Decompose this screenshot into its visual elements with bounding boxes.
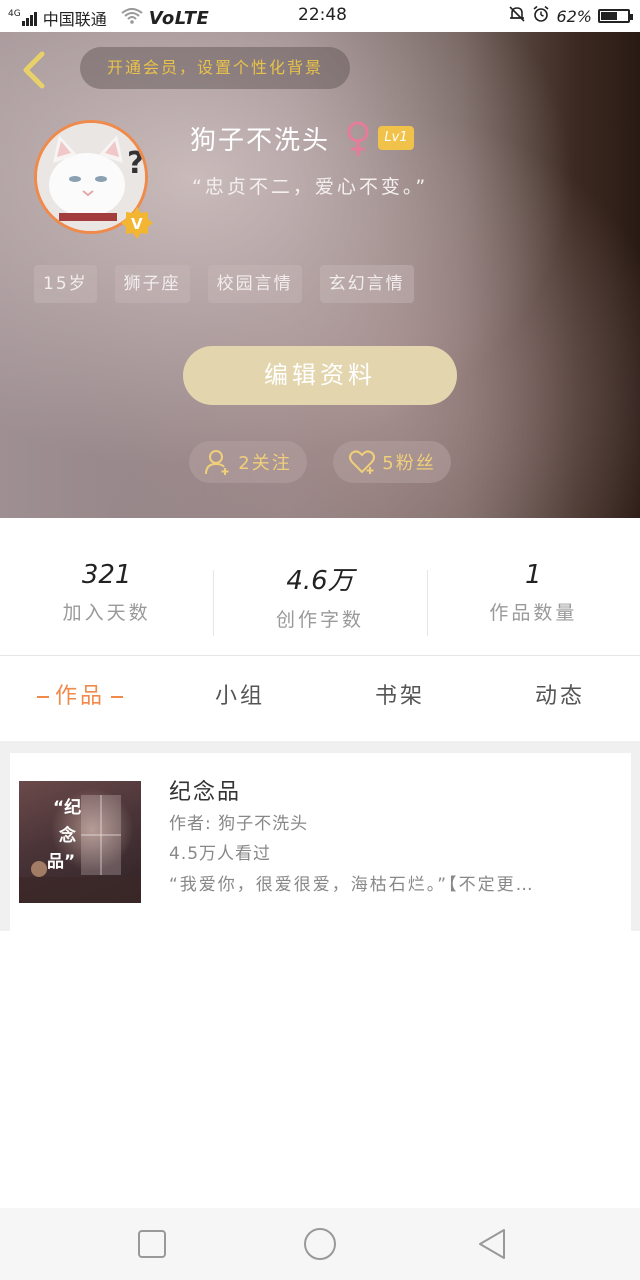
fans-count-label: 5粉丝 bbox=[382, 453, 436, 474]
stats-row: 321 加入天数 4.6万 创作字数 1 作品数量 bbox=[0, 560, 640, 640]
profile-header: 开通会员，设置个性化背景 ? V 狗子不洗头 Lv1 “忠贞不二，爱心不变。” … bbox=[0, 32, 640, 518]
square-icon bbox=[138, 1230, 166, 1258]
carrier-name: 中国联通 bbox=[42, 10, 107, 29]
section-separator bbox=[0, 741, 640, 753]
triangle-back-icon bbox=[479, 1229, 505, 1259]
tag-zodiac: 狮子座 bbox=[114, 265, 190, 303]
cover-text: 品” bbox=[47, 852, 76, 872]
stat-value: 1 bbox=[525, 560, 542, 590]
female-gender-icon bbox=[344, 120, 372, 158]
signature: “忠贞不二，爱心不变。” bbox=[192, 176, 429, 198]
fans-count-button[interactable]: 5粉丝 bbox=[333, 441, 451, 483]
stat-label: 创作字数 bbox=[275, 609, 364, 631]
stat-words-written: 4.6万 创作字数 bbox=[213, 560, 426, 640]
follow-count-button[interactable]: 2关注 bbox=[189, 441, 307, 483]
tab-bar: 作品 小组 书架 动态 bbox=[0, 670, 640, 724]
vip-banner[interactable]: 开通会员，设置个性化背景 bbox=[80, 47, 350, 89]
clock: 22:48 bbox=[298, 5, 347, 25]
stat-label: 加入天数 bbox=[62, 602, 151, 624]
tab-bookshelf[interactable]: 书架 bbox=[320, 670, 480, 724]
wifi-icon bbox=[121, 8, 143, 28]
divider bbox=[0, 655, 640, 656]
alarm-icon bbox=[532, 5, 550, 27]
circle-icon bbox=[304, 1228, 336, 1260]
tab-label: 动态 bbox=[534, 684, 585, 709]
stat-value: 4.6万 bbox=[286, 566, 354, 596]
battery-icon bbox=[598, 9, 633, 23]
network-type: 4G bbox=[8, 9, 21, 19]
signal-icon: 4G bbox=[8, 9, 37, 26]
cover-text: 念 bbox=[59, 826, 76, 846]
edit-profile-button[interactable]: 编辑资料 bbox=[183, 346, 457, 405]
work-card[interactable]: “纪 念 品” 纪念品 作者: 狗子不洗头 4.5万人看过 “我爱你，很爱很爱，… bbox=[9, 753, 632, 931]
list-margin bbox=[0, 753, 9, 931]
active-dash bbox=[111, 696, 123, 698]
level-badge: Lv1 bbox=[378, 126, 414, 150]
back-button[interactable] bbox=[18, 50, 50, 90]
stat-days-joined: 321 加入天数 bbox=[0, 560, 213, 640]
book-description: “我爱你，很爱很爱，海枯石烂。”【不定更… bbox=[169, 875, 535, 895]
system-nav-bar bbox=[0, 1208, 640, 1280]
chevron-left-icon bbox=[23, 51, 45, 89]
nickname: 狗子不洗头 bbox=[190, 126, 331, 156]
tab-label: 作品 bbox=[54, 684, 105, 709]
tag-age: 15岁 bbox=[34, 265, 97, 303]
back-nav-button[interactable] bbox=[474, 1226, 510, 1262]
mute-bell-icon bbox=[508, 5, 526, 27]
follow-count-label: 2关注 bbox=[238, 453, 292, 474]
svg-text:?: ? bbox=[127, 146, 144, 181]
heart-plus-icon bbox=[349, 450, 376, 474]
book-author: 作者: 狗子不洗头 bbox=[169, 814, 309, 834]
volte-indicator: VoLTE bbox=[148, 7, 210, 29]
recent-apps-button[interactable] bbox=[134, 1226, 170, 1262]
battery-percent: 62% bbox=[556, 6, 592, 26]
tab-works[interactable]: 作品 bbox=[0, 670, 160, 724]
active-dash bbox=[36, 696, 49, 698]
tag-genre-campus: 校园言情 bbox=[207, 265, 302, 303]
stat-label: 作品数量 bbox=[489, 602, 578, 624]
tag-list: 15岁 狮子座 校园言情 玄幻言情 bbox=[34, 265, 414, 303]
status-bar: 4G 中国联通 VoLTE 22:48 62% bbox=[0, 0, 640, 32]
svg-text:V: V bbox=[131, 215, 143, 233]
stat-value: 321 bbox=[81, 560, 132, 590]
tab-label: 小组 bbox=[214, 684, 265, 709]
add-user-icon bbox=[205, 450, 229, 475]
book-cover-image: “纪 念 品” bbox=[19, 781, 141, 903]
home-button[interactable] bbox=[302, 1226, 338, 1262]
tab-activity[interactable]: 动态 bbox=[480, 670, 640, 724]
stat-works-count: 1 作品数量 bbox=[426, 560, 640, 640]
tag-genre-fantasy: 玄幻言情 bbox=[319, 265, 414, 303]
book-title: 纪念品 bbox=[169, 780, 242, 805]
cover-text: “纪 bbox=[53, 798, 82, 818]
verified-badge-icon: V bbox=[120, 206, 154, 240]
tab-groups[interactable]: 小组 bbox=[160, 670, 320, 724]
book-views: 4.5万人看过 bbox=[169, 844, 272, 864]
tab-label: 书架 bbox=[374, 684, 425, 709]
